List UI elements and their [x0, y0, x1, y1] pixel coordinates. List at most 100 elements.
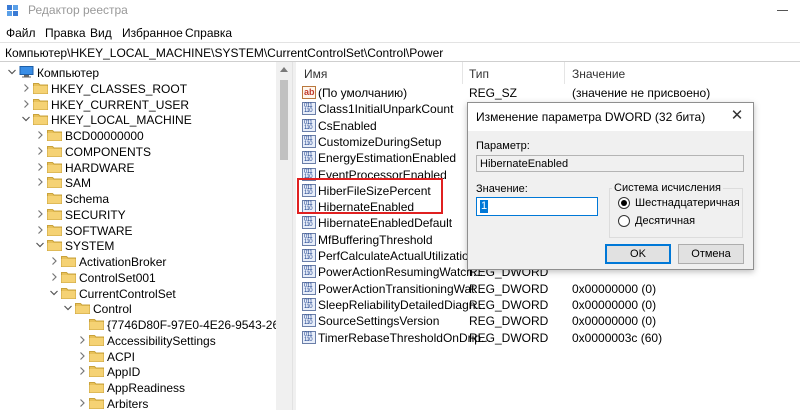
folder-icon [33, 82, 48, 94]
tree-node-label[interactable]: Arbiters [107, 397, 148, 410]
tree-node-label[interactable]: ControlSet001 [79, 271, 156, 285]
tree-node-label[interactable]: HKEY_CURRENT_USER [51, 98, 189, 112]
value-row[interactable]: 011 110 PowerActionTransitioningWat... REG_… [296, 281, 800, 297]
column-header-name[interactable]: Имя [304, 67, 327, 81]
radio-dec-label[interactable]: Десятичная [635, 215, 695, 227]
tree-node-label[interactable]: SECURITY [65, 208, 126, 222]
cancel-button[interactable]: Отмена [678, 244, 744, 264]
edit-dword-dialog: Изменение параметра DWORD (32 бита) ✕ Па… [467, 102, 754, 270]
column-divider[interactable] [462, 62, 463, 84]
close-icon[interactable]: ✕ [729, 108, 745, 124]
chevron-right-icon[interactable] [34, 208, 46, 220]
column-divider[interactable] [564, 62, 565, 84]
base-groupbox [609, 188, 743, 238]
tree-node-label[interactable]: SAM [65, 176, 91, 190]
chevron-down-icon[interactable] [34, 239, 46, 251]
chevron-right-icon[interactable] [34, 145, 46, 157]
tree-node-label[interactable]: {7746D80F-97E0-4E26-9543-26B41FC2 [107, 318, 292, 332]
column-header-data[interactable]: Значение [572, 67, 625, 81]
ok-button[interactable]: OK [605, 244, 671, 264]
key-tree-pane[interactable]: Компьютер HKEY_CLASSES_ROOT HKEY_CURRENT_U… [0, 62, 292, 410]
folder-icon [89, 318, 104, 330]
radio-hex-label[interactable]: Шестнадцатеричная [635, 197, 740, 209]
value-row[interactable]: 011 110 SourceSettingsVersion REG_DWORD 0x00… [296, 313, 800, 329]
tree-node-label[interactable]: SYSTEM [65, 239, 114, 253]
binary-value-icon: 011 110 [302, 281, 316, 295]
minimize-button[interactable] [777, 10, 788, 11]
tree-node-label[interactable]: AppReadiness [107, 381, 185, 395]
tree-node-label[interactable]: Control [93, 302, 132, 316]
tree-node-label[interactable]: BCD00000000 [65, 129, 144, 143]
chevron-right-icon[interactable] [34, 176, 46, 188]
folder-icon [47, 161, 62, 173]
dialog-title-bar: Изменение параметра DWORD (32 бита) ✕ [468, 103, 753, 131]
chevron-right-icon[interactable] [48, 271, 60, 283]
folder-icon [47, 192, 62, 204]
chevron-down-icon[interactable] [62, 302, 74, 314]
chevron-right-icon[interactable] [76, 350, 88, 362]
chevron-right-icon[interactable] [34, 161, 46, 173]
folder-icon [33, 98, 48, 110]
tree-node-label[interactable]: SOFTWARE [65, 224, 133, 238]
tree-node-label[interactable]: HKEY_LOCAL_MACHINE [51, 113, 192, 127]
chevron-down-icon[interactable] [6, 66, 18, 78]
value-type: REG_DWORD [469, 281, 549, 296]
tree-node-label[interactable]: CurrentControlSet [79, 287, 176, 301]
value-data: 0x00000000 (0) [572, 297, 657, 312]
computer-icon [19, 66, 34, 78]
chevron-right-icon[interactable] [20, 82, 32, 94]
radio-dec[interactable] [618, 215, 630, 227]
value-name: (По умолчанию) [318, 86, 408, 100]
address-bar[interactable]: Компьютер\HKEY_LOCAL_MACHINE\SYSTEM\Curr… [0, 42, 800, 62]
chevron-right-icon[interactable] [76, 365, 88, 377]
value-name: SleepReliabilityDetailedDiagn... [318, 297, 486, 312]
chevron-right-icon[interactable] [48, 255, 60, 267]
column-header-type[interactable]: Тип [469, 67, 489, 81]
value-row[interactable]: 011 110 TimerRebaseThresholdOnDrip... REG_D… [296, 330, 800, 346]
chevron-right-icon[interactable] [76, 397, 88, 409]
value-label: Значение: [476, 183, 528, 195]
binary-value-icon: 011 110 [302, 151, 316, 165]
menu-view[interactable]: Вид [90, 26, 112, 40]
menu-file[interactable]: Файл [6, 26, 36, 40]
chevron-right-icon[interactable] [34, 129, 46, 141]
chevron-right-icon[interactable] [76, 334, 88, 346]
dialog-body: Параметр: HibernateEnabled Значение: 1 С… [468, 131, 753, 269]
menu-help[interactable]: Справка [185, 26, 232, 40]
chevron-down-icon[interactable] [20, 113, 32, 125]
annotation-highlight-box [297, 178, 443, 214]
menu-favorites[interactable]: Избранное [122, 26, 183, 40]
binary-value-icon: 011 110 [302, 265, 316, 279]
tree-node-label[interactable]: ACPI [107, 350, 135, 364]
address-path[interactable]: Компьютер\HKEY_LOCAL_MACHINE\SYSTEM\Curr… [5, 46, 443, 60]
folder-icon [89, 397, 104, 409]
tree-node-label[interactable]: ActivationBroker [79, 255, 166, 269]
folder-icon [89, 350, 104, 362]
tree-node-label[interactable]: COMPONENTS [65, 145, 151, 159]
tree-node-label[interactable]: Schema [65, 192, 109, 206]
value-name: PerfCalculateActualUtilization [318, 249, 476, 263]
tree-scrollbar[interactable] [276, 62, 292, 410]
value-input-text[interactable]: 1 [480, 200, 489, 213]
menu-edit[interactable]: Правка [45, 26, 86, 40]
tree-node-label[interactable]: AppID [107, 365, 140, 379]
tree-node-label[interactable]: HARDWARE [65, 161, 135, 175]
value-row[interactable]: 011 110 SleepReliabilityDetailedDiagn... RE… [296, 297, 800, 313]
tree-node-label[interactable]: Компьютер [37, 66, 99, 80]
chevron-right-icon[interactable] [20, 98, 32, 110]
binary-value-icon: 011 110 [302, 102, 316, 116]
value-type: REG_DWORD [469, 330, 549, 345]
scrollbar-thumb[interactable] [280, 80, 288, 160]
scroll-up-arrow-icon[interactable] [280, 67, 288, 72]
folder-icon [61, 271, 76, 283]
radio-hex[interactable] [618, 197, 630, 209]
param-name-text: HibernateEnabled [480, 158, 569, 170]
value-data: 0x00000000 (0) [572, 281, 657, 296]
tree-node-label[interactable]: AccessibilitySettings [107, 334, 216, 348]
string-value-icon: ab [302, 86, 316, 99]
chevron-right-icon[interactable] [34, 224, 46, 236]
value-row[interactable]: ab (По умолчанию) REG_SZ (значение не присв… [296, 85, 800, 101]
value-input[interactable]: 1 [476, 197, 598, 216]
chevron-down-icon[interactable] [48, 287, 60, 299]
tree-node-label[interactable]: HKEY_CLASSES_ROOT [51, 82, 187, 96]
